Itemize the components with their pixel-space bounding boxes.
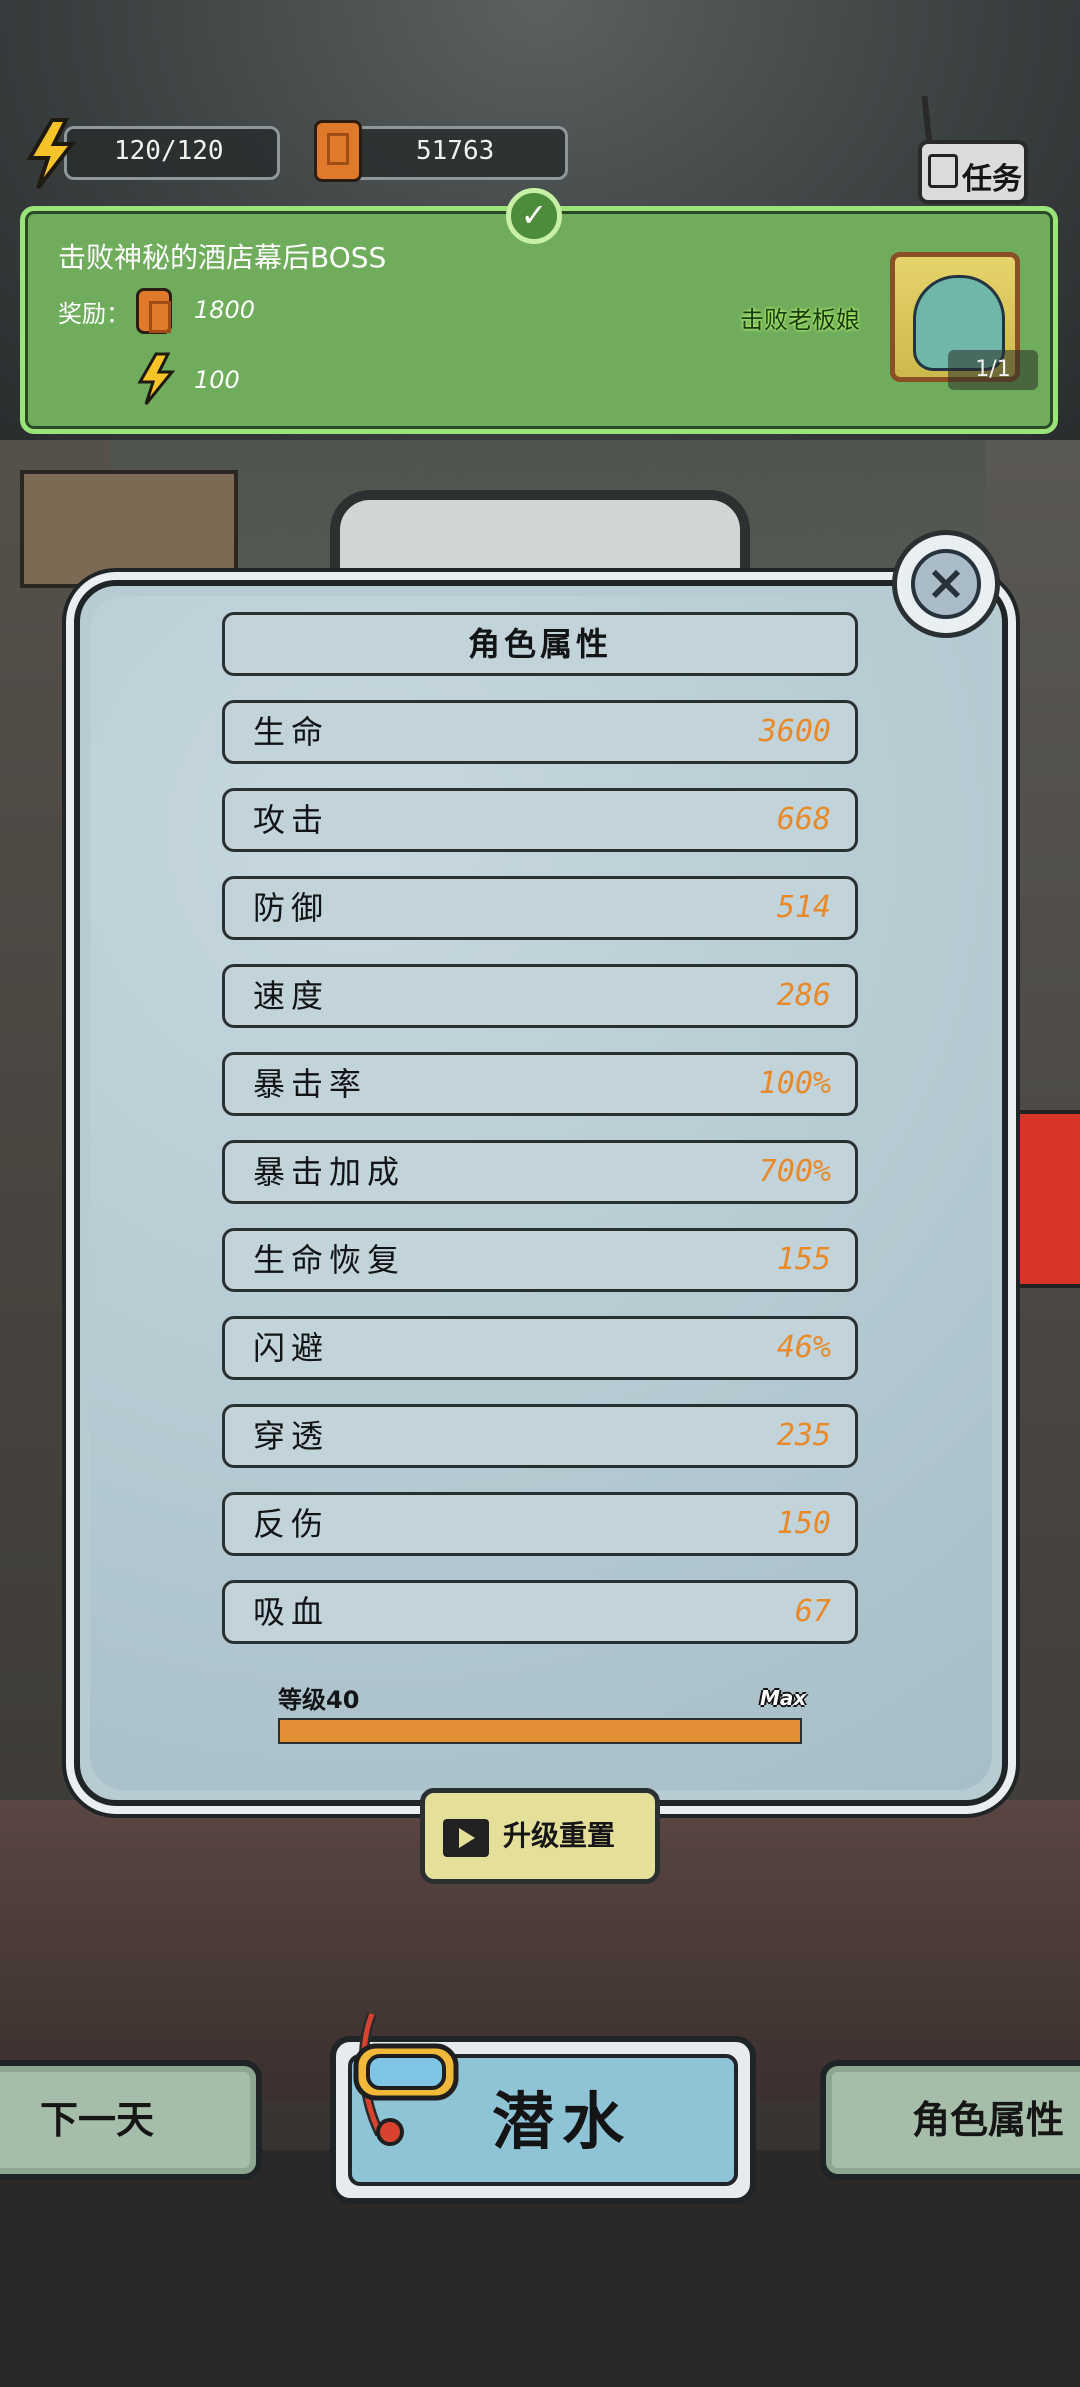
attribute-value: 700%	[758, 1154, 831, 1189]
attribute-name: 吸血	[253, 1593, 330, 1631]
attribute-value: 514	[776, 890, 831, 925]
quest-reward-label: 奖励：	[58, 300, 130, 328]
attribute-row: 攻击 668	[222, 788, 858, 852]
video-ad-icon	[443, 1819, 489, 1857]
attribute-row: 暴击加成 700%	[222, 1140, 858, 1204]
attribute-row: 防御 514	[222, 876, 858, 940]
quest-button-label: 任务	[962, 162, 1022, 197]
attribute-row: 穿透 235	[222, 1404, 858, 1468]
attribute-row: 反伤 150	[222, 1492, 858, 1556]
attribute-row: 速度 286	[222, 964, 858, 1028]
attribute-name: 生命	[253, 713, 330, 751]
reward-fuel-icon	[136, 288, 172, 334]
level-progress-fill	[280, 1720, 800, 1742]
check-icon: ✓	[506, 188, 562, 244]
level-max-label: Max	[760, 1686, 807, 1710]
attribute-name: 暴击率	[253, 1065, 368, 1103]
fuel-can-icon	[314, 120, 362, 182]
quest-progress: 1/1	[948, 350, 1038, 390]
quest-radio-button[interactable]: 任务	[918, 140, 1028, 204]
attribute-value: 286	[776, 978, 831, 1013]
next-day-button[interactable]: 下一天	[0, 2060, 262, 2180]
attribute-value: 150	[776, 1506, 831, 1541]
attribute-value: 235	[776, 1418, 831, 1453]
fuel-value: 51763	[416, 136, 495, 166]
attributes-button-label: 角色属性	[912, 2098, 1065, 2142]
attribute-name: 反伤	[253, 1505, 330, 1543]
quest-target-label: 击败老板娘	[740, 306, 860, 334]
attribute-value: 46%	[776, 1330, 831, 1365]
attribute-name: 攻击	[253, 801, 330, 839]
next-day-label: 下一天	[40, 2098, 155, 2142]
quest-title: 击败神秘的酒店幕后BOSS	[58, 241, 387, 274]
attribute-row: 暴击率 100%	[222, 1052, 858, 1116]
attributes-button[interactable]: 角色属性	[820, 2060, 1080, 2180]
attribute-row: 生命恢复 155	[222, 1228, 858, 1292]
level-label: 等级40	[278, 1686, 360, 1714]
attribute-row: 生命 3600	[222, 700, 858, 764]
attribute-name: 防御	[253, 889, 330, 927]
background-box	[20, 470, 238, 588]
energy-value: 120/120	[114, 136, 224, 166]
reward-energy-value: 100	[194, 366, 240, 394]
attributes-title: 角色属性	[222, 612, 858, 676]
attribute-name: 生命恢复	[253, 1241, 406, 1279]
background-sign	[1000, 1110, 1080, 1288]
diving-goggles-icon	[353, 2012, 459, 2146]
attribute-value: 668	[776, 802, 831, 837]
energy-icon	[26, 118, 77, 190]
attribute-row: 吸血 67	[222, 1580, 858, 1644]
attribute-name: 闪避	[253, 1329, 330, 1367]
attribute-value: 3600	[758, 714, 831, 749]
attribute-name: 速度	[253, 977, 330, 1015]
level-progress-bar	[278, 1718, 802, 1744]
upgrade-reset-button[interactable]: 升级重置	[420, 1788, 660, 1884]
upgrade-reset-label: 升级重置	[503, 1819, 616, 1852]
attribute-value: 67	[794, 1594, 831, 1629]
close-icon: ×	[911, 549, 981, 619]
attribute-row: 闪避 46%	[222, 1316, 858, 1380]
attribute-value: 100%	[758, 1066, 831, 1101]
reward-energy-icon	[137, 352, 176, 405]
reward-fuel-value: 1800	[194, 296, 256, 324]
radio-speaker-icon	[928, 154, 958, 188]
attribute-value: 155	[776, 1242, 831, 1277]
attribute-name: 暴击加成	[253, 1153, 406, 1191]
close-button[interactable]: ×	[892, 530, 1000, 638]
attribute-name: 穿透	[253, 1417, 330, 1455]
dive-label: 潜水	[492, 2085, 633, 2158]
